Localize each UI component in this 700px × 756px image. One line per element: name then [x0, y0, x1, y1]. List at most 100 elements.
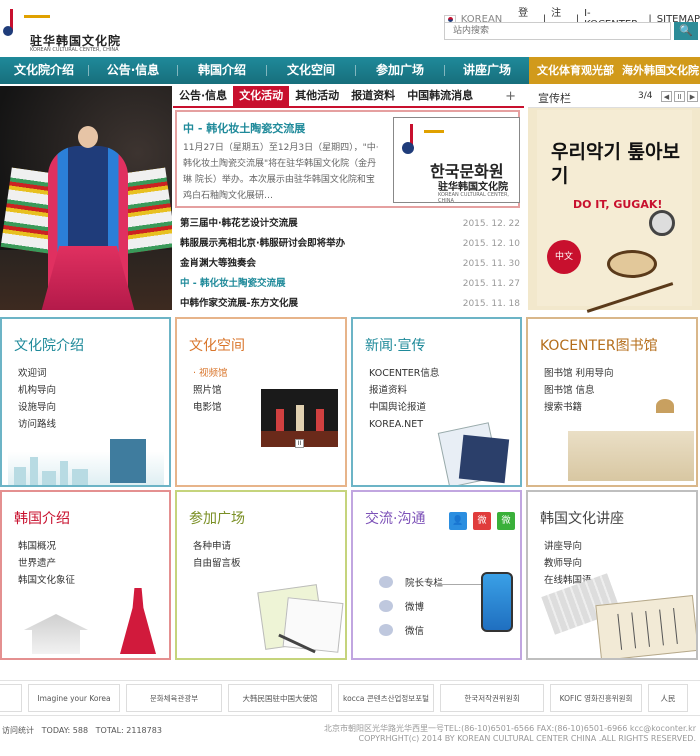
dancer-illustration [120, 588, 156, 654]
featured-news[interactable]: 中 - 韩化妆土陶瓷交流展 11月27日（星期五）至12月3日（星期四），"中·… [175, 110, 520, 208]
list-item[interactable]: 中韩作家交流展-东方文化展 2015. 11. 18 [180, 294, 520, 314]
card-link[interactable]: 中国舆论报道 [369, 399, 439, 416]
news-title[interactable]: 第三届中·韩花艺设计交流展 [180, 214, 298, 234]
search-input[interactable] [444, 22, 671, 40]
promo-slogan: DO IT, GUGAK! [573, 198, 663, 211]
card-link[interactable]: 电影馆 [193, 399, 228, 416]
search-button[interactable]: 🔍 [674, 22, 698, 40]
partner-logo[interactable]: 한국저작권위원회 [440, 684, 544, 712]
card-link[interactable]: KOREA.NET [369, 416, 439, 433]
card-news: 新闻·宣传 KOCENTER信息 报道资料 中国舆论报道 KOREA.NET [351, 317, 522, 487]
tab-notice[interactable]: 公告·信息 [173, 86, 233, 106]
card-title[interactable]: 交流·沟通 [365, 508, 425, 528]
promo-banner[interactable]: 우리악기 톺아보기 DO IT, GUGAK! 中文 [537, 110, 692, 313]
card-link[interactable]: KOCENTER信息 [369, 365, 439, 382]
person-icon [379, 576, 393, 588]
nav-link-overseas[interactable]: 海外韩国文化院 [614, 57, 699, 84]
promo-headline: 우리악기 톺아보기 [551, 141, 680, 187]
card-link[interactable]: 各种申请 [193, 538, 241, 555]
card-link[interactable]: 访问路线 [18, 416, 56, 433]
card-link[interactable]: 设施导向 [18, 399, 56, 416]
featured-description: 11月27日（星期五）至12月3日（星期四），"中·韩化妆土陶瓷交流展"将在驻华… [183, 143, 379, 201]
card-link[interactable]: 自由留言板 [193, 555, 241, 572]
card-link[interactable]: 报道资料 [369, 382, 439, 399]
partner-logo[interactable]: 人民 [648, 684, 688, 712]
card-culture-space: 文化空间 · 视频馆 照片馆 电影馆 II [175, 317, 347, 487]
list-item[interactable]: 中 - 韩化妆土陶瓷交流展 2015. 11. 27 [180, 274, 520, 294]
card-link[interactable]: 世界遗产 [18, 555, 75, 572]
partner-logo[interactable]: 문화체육관광부 [126, 684, 222, 712]
news-title[interactable]: 韩服展示亮相北京·韩服研讨会即将举办 [180, 234, 345, 254]
list-item[interactable]: 微博 [379, 594, 443, 618]
news-title[interactable]: 中 - 韩化妆土陶瓷交流展 [180, 274, 286, 294]
card-link[interactable]: 教师导向 [544, 555, 592, 572]
nav-item-participate[interactable]: 参加广场 [356, 57, 444, 84]
nav-item-notice[interactable]: 公告·信息 [89, 57, 177, 84]
list-item[interactable]: 院长专栏 [379, 570, 443, 594]
logo-text-en: KOREAN CULTURAL CENTER, CHINA [30, 47, 119, 53]
list-item[interactable]: 第三届中·韩花艺设计交流展 2015. 12. 22 [180, 214, 520, 234]
tab-hallyu[interactable]: 中国韩流消息 [401, 86, 479, 106]
card-link[interactable]: 照片馆 [193, 382, 228, 399]
nav-item-korea[interactable]: 韩国介绍 [178, 57, 266, 84]
profile-icon[interactable]: 👤 [449, 512, 467, 530]
tab-press[interactable]: 报道资料 [345, 86, 401, 106]
partner-logo[interactable]: 大韩民国驻中国大使馆 [228, 684, 332, 712]
card-link[interactable]: 讲座导向 [544, 538, 592, 555]
wechat-icon[interactable]: 微 [497, 512, 515, 530]
promo-page: 3/4 [638, 91, 653, 101]
nav-item-lecture[interactable]: 讲座广场 [445, 57, 529, 84]
card-title[interactable]: 参加广场 [189, 508, 245, 528]
more-icon[interactable]: + [505, 89, 524, 104]
partner-logo[interactable]: KOFIC 영화진흥위원회 [550, 684, 642, 712]
news-tabs: 公告·信息 文化活动 其他活动 报道资料 中国韩流消息 + [173, 86, 524, 108]
weibo-icon[interactable]: 微 [473, 512, 491, 530]
tab-other-events[interactable]: 其他活动 [289, 86, 345, 106]
main-banner[interactable]: 1 2 3 4 5 6 7 [0, 86, 172, 310]
list-item[interactable]: 微信 [379, 618, 443, 642]
partner-logo[interactable] [0, 684, 22, 712]
list-item[interactable]: 金肖渊大等独奏会 2015. 11. 30 [180, 254, 520, 274]
search-icon: 🔍 [679, 24, 693, 37]
card-link[interactable]: 图书馆 信息 [544, 382, 614, 399]
featured-title[interactable]: 中 - 韩化妆土陶瓷交流展 [183, 120, 305, 136]
card-title[interactable]: 文化院介绍 [14, 335, 84, 355]
news-list: 第三届中·韩花艺设计交流展 2015. 12. 22 韩服展示亮相北京·韩服研讨会… [180, 214, 520, 314]
pause-icon[interactable]: II [295, 439, 304, 448]
site-logo[interactable]: 驻华韩国文化院 KOREAN CULTURAL CENTER, CHINA [2, 6, 132, 54]
partner-logo[interactable]: Imagine your Korea [28, 684, 120, 712]
pause-icon[interactable]: II [674, 91, 685, 102]
nav-item-about[interactable]: 文化院介绍 [0, 57, 88, 84]
card-link[interactable]: 图书馆 利用导向 [544, 365, 614, 382]
promo-header: 宣传栏 3/4 ◀ II ▶ [528, 86, 700, 108]
card-title[interactable]: 韩国文化讲座 [540, 508, 624, 528]
card-title[interactable]: KOCENTER图书馆 [540, 335, 658, 355]
card-library: KOCENTER图书馆 图书馆 利用导向 图书馆 信息 搜索书籍 [526, 317, 698, 487]
footer-copyright: COPYRHGHT(c) 2014 BY KOREAN CULTURAL CEN… [358, 734, 696, 743]
promo-cn-badge[interactable]: 中文 [547, 240, 581, 274]
card-title[interactable]: 韩国介绍 [14, 508, 70, 528]
card-link[interactable]: 韩国文化象征 [18, 572, 75, 589]
list-item[interactable]: 韩服展示亮相北京·韩服研讨会即将举办 2015. 12. 10 [180, 234, 520, 254]
news-title[interactable]: 金肖渊大等独奏会 [180, 254, 256, 274]
card-link[interactable]: 欢迎词 [18, 365, 56, 382]
news-title[interactable]: 中韩作家交流展-东方文化展 [180, 294, 298, 314]
next-icon[interactable]: ▶ [687, 91, 698, 102]
card-link[interactable]: 机构导向 [18, 382, 56, 399]
nav-item-culture-space[interactable]: 文化空间 [267, 57, 355, 84]
footer-address: 北京市朝阳区光华路光华西里一号TEL:(86-10)6501-6566 FAX:… [324, 724, 696, 733]
weibo-icon [379, 600, 393, 612]
card-link[interactable]: · 视频馆 [193, 365, 228, 382]
card-title[interactable]: 新闻·宣传 [365, 335, 425, 355]
news-date: 2015. 11. 18 [462, 299, 520, 309]
partner-logo[interactable]: kocca 콘텐츠산업정보포털 [338, 684, 434, 712]
tab-culture-events[interactable]: 文化活动 [233, 86, 290, 106]
card-about: 文化院介绍 欢迎词 机构导向 设施导向 访问路线 [0, 317, 171, 487]
featured-image[interactable]: 한국문화원 驻华韩国文化院 KOREAN CULTURAL CENTER, CH… [393, 117, 520, 204]
card-participate: 参加广场 各种申请 自由留言板 [175, 490, 347, 660]
card-link[interactable]: 韩国概况 [18, 538, 75, 555]
card-link[interactable]: 搜索书籍 [544, 399, 614, 416]
nav-link-ministry[interactable]: 文化体育观光部 [529, 57, 614, 84]
prev-icon[interactable]: ◀ [661, 91, 672, 102]
card-title[interactable]: 文化空间 [189, 335, 245, 355]
